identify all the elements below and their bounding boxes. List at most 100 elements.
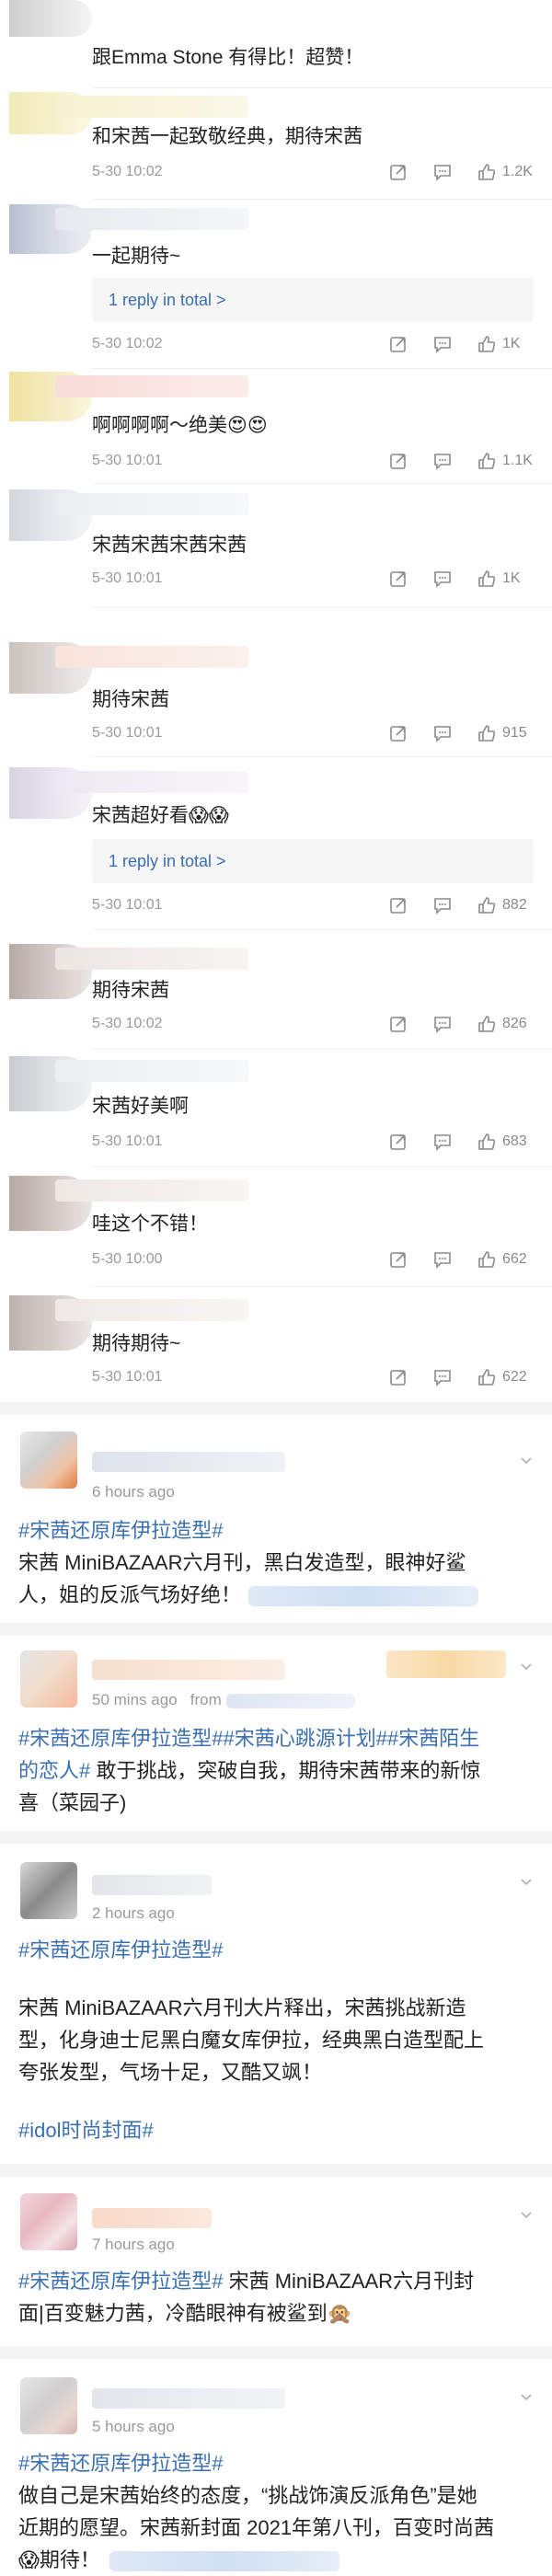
repost-icon[interactable] — [388, 1014, 408, 1034]
poster-name[interactable] — [92, 2388, 285, 2409]
commenter-name[interactable] — [55, 948, 248, 970]
poster-name[interactable] — [92, 1875, 212, 1895]
chevron-down-icon[interactable] — [519, 2208, 534, 2223]
post-body: #宋茜还原库伊拉造型##宋茜心跳源计划##宋茜陌生 的恋人# 敢于挑战，突破自我… — [18, 1722, 534, 1819]
comment-icon[interactable] — [432, 162, 453, 182]
post-hashtag[interactable]: #宋茜还原库伊拉造型# — [18, 2452, 223, 2475]
comment-text: 宋茜超好看😱😱 — [92, 805, 229, 826]
divider — [92, 368, 552, 369]
post-hashtag[interactable]: #宋茜还原库伊拉造型# — [18, 1727, 223, 1750]
like-icon[interactable] — [477, 162, 497, 182]
post-text: 面|百变魅力茜，冷酷眼神有被鲨到🙊 — [18, 2302, 353, 2325]
post-time: 50 mins ago from — [92, 1691, 355, 1709]
chevron-down-icon[interactable] — [519, 2390, 534, 2405]
poster-badge — [386, 1650, 506, 1678]
divider — [92, 756, 552, 757]
poster-avatar[interactable] — [20, 1862, 77, 1919]
reply-count-link[interactable]: 1 reply in total > — [92, 278, 534, 322]
repost-icon[interactable] — [388, 1249, 408, 1270]
post-hashtag[interactable]: #宋茜还原库伊拉造型# — [18, 1519, 223, 1542]
poster-name[interactable] — [92, 1452, 285, 1472]
comment-icon[interactable] — [432, 569, 453, 589]
comment-icon[interactable] — [432, 723, 453, 743]
poster-avatar[interactable] — [20, 2193, 77, 2250]
comment-text: 和宋茜一起致敬经典，期待宋茜 — [92, 126, 362, 147]
comment-actions: 1K — [364, 569, 534, 589]
post-hashtag[interactable]: #宋茜还原库伊拉造型# — [18, 1938, 223, 1961]
comment-actions: 683 — [364, 1132, 534, 1152]
repost-icon[interactable] — [388, 1132, 408, 1152]
like-icon[interactable] — [477, 723, 497, 743]
post-text: 近期的愿望。宋茜新封面 2021年第八刊，百变时尚茜 — [18, 2516, 495, 2539]
commenter-name[interactable] — [55, 96, 248, 118]
comment-icon[interactable] — [432, 1249, 453, 1270]
comment-icon[interactable] — [432, 1014, 453, 1034]
chevron-down-icon[interactable] — [519, 1875, 534, 1890]
repost-icon[interactable] — [388, 1367, 408, 1387]
blurred-link[interactable] — [248, 1586, 479, 1607]
like-icon[interactable] — [477, 569, 497, 589]
poster-name[interactable] — [92, 2208, 212, 2228]
post-time: 5 hours ago — [92, 2418, 175, 2435]
commenter-name[interactable] — [55, 1179, 248, 1202]
divider — [92, 199, 552, 200]
chevron-down-icon[interactable] — [519, 1660, 534, 1674]
commenter-name[interactable] — [55, 375, 248, 397]
commenter-name[interactable] — [55, 646, 248, 668]
repost-icon[interactable] — [388, 162, 408, 182]
poster-name[interactable] — [92, 1660, 285, 1680]
like-icon[interactable] — [477, 1367, 497, 1387]
poster-avatar[interactable] — [20, 1432, 77, 1489]
commenter-name[interactable] — [55, 208, 248, 230]
comment-icon[interactable] — [432, 334, 453, 354]
post-text: 宋茜 MiniBAZAAR六月刊封 — [223, 2270, 475, 2293]
like-icon[interactable] — [477, 1132, 497, 1152]
post-text: 宋茜 MiniBAZAAR六月刊，黑白发造型，眼神好鲨 — [18, 1551, 466, 1574]
post-body: #宋茜还原库伊拉造型# 做自己是宋茜始终的态度，“挑战饰演反派角色”是她 近期的… — [18, 2447, 534, 2576]
commenter-name[interactable] — [55, 1299, 248, 1321]
chevron-down-icon[interactable] — [519, 1454, 534, 1468]
like-count: 1K — [502, 570, 521, 586]
commenter-name[interactable] — [55, 493, 248, 515]
section-separator — [0, 1831, 552, 1844]
repost-icon[interactable] — [388, 723, 408, 743]
post-text: 型，化身迪士尼黑白魔女库伊拉，经典黑白造型配上 — [18, 2029, 485, 2052]
commenter-name[interactable] — [55, 771, 248, 793]
post-hashtag[interactable]: 的恋人# — [18, 1759, 90, 1782]
like-icon[interactable] — [477, 334, 497, 354]
comment-text: 期待宋茜 — [92, 980, 169, 1001]
comment-icon[interactable] — [432, 1132, 453, 1152]
comment-actions: 826 — [364, 1014, 534, 1034]
post-time: 7 hours ago — [92, 2236, 175, 2253]
post-hashtag[interactable]: #idol时尚封面# — [18, 2119, 154, 2142]
repost-icon[interactable] — [388, 895, 408, 915]
repost-icon[interactable] — [388, 569, 408, 589]
poster-avatar[interactable] — [20, 2377, 77, 2434]
commenter-name[interactable] — [55, 1060, 248, 1082]
divider — [92, 607, 552, 608]
post-hashtag[interactable]: #宋茜陌生 — [387, 1727, 479, 1750]
poster-avatar[interactable] — [20, 1650, 77, 1708]
post-hashtag[interactable]: #宋茜还原库伊拉造型# — [18, 2270, 223, 2293]
section-separator — [0, 1402, 552, 1415]
like-icon[interactable] — [477, 895, 497, 915]
like-count: 915 — [502, 725, 527, 741]
repost-icon[interactable] — [388, 451, 408, 471]
comment-icon[interactable] — [432, 1367, 453, 1387]
comment-icon[interactable] — [432, 895, 453, 915]
post-text: 夸张发型，气场十足，又酷又飒！ — [18, 2061, 323, 2084]
comment-icon[interactable] — [432, 451, 453, 471]
post-hashtag[interactable]: #宋茜心跳源计划# — [223, 1727, 386, 1750]
comment-time: 5-30 10:01 — [92, 453, 163, 468]
post-text: 人，姐的反派气场好绝！ — [18, 1583, 242, 1606]
comment-text: 哇这个不错！ — [92, 1213, 208, 1235]
comment-time: 5-30 10:01 — [92, 1133, 163, 1149]
comment-text: 期待宋茜 — [92, 689, 169, 710]
reply-count-link[interactable]: 1 reply in total > — [92, 839, 534, 883]
blurred-link[interactable] — [109, 2551, 339, 2572]
like-icon[interactable] — [477, 1249, 497, 1270]
like-icon[interactable] — [477, 1014, 497, 1034]
repost-icon[interactable] — [388, 334, 408, 354]
like-icon[interactable] — [477, 451, 497, 471]
commenter-avatar[interactable] — [9, 0, 92, 37]
